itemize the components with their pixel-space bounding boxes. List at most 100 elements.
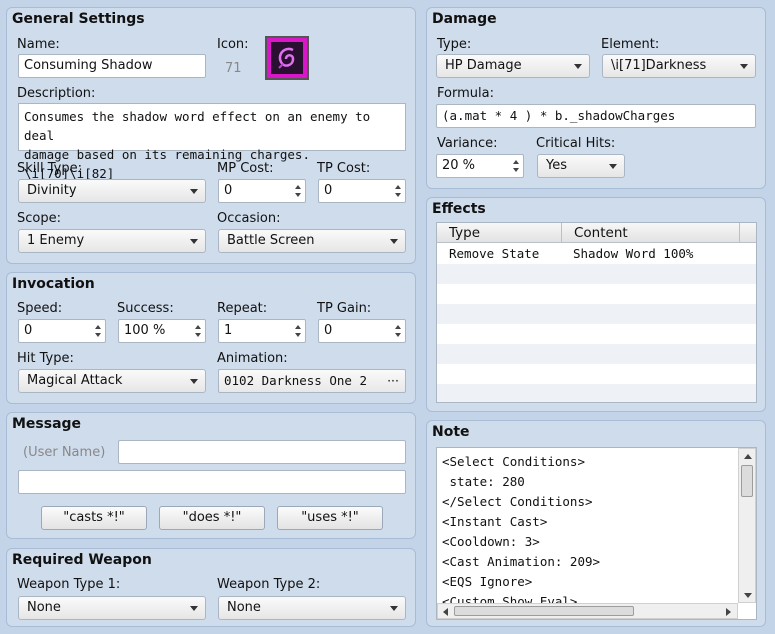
table-row[interactable] bbox=[437, 384, 756, 402]
column-header-type[interactable]: Type bbox=[437, 223, 562, 243]
tp-gain-value: 0 bbox=[324, 323, 333, 338]
user-name-label: (User Name) bbox=[23, 445, 106, 460]
damage-type-select[interactable]: HP Damage bbox=[436, 54, 590, 78]
table-row[interactable] bbox=[437, 344, 756, 364]
note-line: state: 280 bbox=[442, 474, 525, 489]
scroll-left-icon[interactable] bbox=[443, 608, 448, 616]
spin-up-icon[interactable] bbox=[395, 325, 401, 329]
spin-down-icon[interactable] bbox=[395, 193, 401, 197]
spin-up-icon[interactable] bbox=[513, 160, 519, 164]
spin-down-icon[interactable] bbox=[195, 333, 201, 337]
spin-up-icon[interactable] bbox=[295, 185, 301, 189]
animation-field[interactable]: 0102 Darkness One 2 ··· bbox=[218, 369, 406, 393]
weapon-type1-select[interactable]: None bbox=[18, 596, 206, 620]
hit-type-label: Hit Type: bbox=[17, 351, 74, 366]
damage-type-label: Type: bbox=[437, 37, 472, 52]
casts-template-button[interactable]: "casts *!" bbox=[41, 506, 147, 530]
description-textarea[interactable]: Consumes the shadow word effect on an en… bbox=[18, 103, 406, 181]
table-row[interactable] bbox=[437, 364, 756, 384]
tp-gain-stepper[interactable]: 0 bbox=[318, 319, 406, 343]
hit-type-select[interactable]: Magical Attack bbox=[18, 369, 206, 393]
success-label: Success: bbox=[117, 301, 174, 316]
element-select[interactable]: \i[71]Darkness bbox=[602, 54, 756, 78]
success-stepper[interactable]: 100 % bbox=[118, 319, 206, 343]
spin-down-icon[interactable] bbox=[95, 333, 101, 337]
scroll-up-icon[interactable] bbox=[744, 454, 752, 459]
effects-table[interactable]: Type Content Remove State Shadow Word 10… bbox=[436, 222, 757, 403]
column-header-content[interactable]: Content bbox=[562, 223, 740, 243]
spin-down-icon[interactable] bbox=[513, 168, 519, 172]
name-label: Name: bbox=[17, 37, 60, 52]
description-label: Description: bbox=[17, 86, 96, 101]
speed-label: Speed: bbox=[17, 301, 63, 316]
spin-down-icon[interactable] bbox=[295, 193, 301, 197]
effect-type-cell: Remove State bbox=[449, 246, 540, 261]
note-horizontal-scrollbar[interactable] bbox=[437, 603, 738, 619]
name-input[interactable]: Consuming Shadow bbox=[18, 54, 206, 78]
general-settings-panel: General Settings Name: Consuming Shadow … bbox=[6, 7, 416, 264]
note-panel: Note <Select Conditions> state: 280 </Se… bbox=[426, 420, 766, 627]
spin-up-icon[interactable] bbox=[95, 325, 101, 329]
note-title: Note bbox=[432, 424, 470, 440]
skill-type-select[interactable]: Divinity bbox=[18, 179, 206, 203]
message-line1-input[interactable] bbox=[118, 440, 406, 464]
message-title: Message bbox=[12, 416, 82, 432]
formula-input[interactable]: (a.mat * 4 ) * b._shadowCharges bbox=[436, 104, 756, 128]
note-line: <Cooldown: 3> bbox=[442, 534, 540, 549]
weapon-type2-select[interactable]: None bbox=[218, 596, 406, 620]
table-row[interactable] bbox=[437, 264, 756, 284]
uses-template-button[interactable]: "uses *!" bbox=[277, 506, 383, 530]
scope-select[interactable]: 1 Enemy bbox=[18, 229, 206, 253]
invocation-title: Invocation bbox=[12, 276, 95, 292]
table-row[interactable] bbox=[437, 324, 756, 344]
damage-type-value: HP Damage bbox=[445, 58, 522, 73]
scroll-down-icon[interactable] bbox=[744, 593, 752, 598]
tp-cost-stepper[interactable]: 0 bbox=[318, 179, 406, 203]
note-textarea[interactable]: <Select Conditions> state: 280 </Select … bbox=[436, 447, 757, 620]
skill-type-label: Skill Type: bbox=[17, 161, 82, 176]
mp-cost-value: 0 bbox=[224, 183, 233, 198]
spin-up-icon[interactable] bbox=[295, 325, 301, 329]
weapon-type1-value: None bbox=[27, 600, 61, 615]
spin-down-icon[interactable] bbox=[295, 333, 301, 337]
variance-stepper[interactable]: 20 % bbox=[436, 154, 524, 178]
note-horizontal-scroll-thumb[interactable] bbox=[454, 606, 634, 616]
speed-stepper[interactable]: 0 bbox=[18, 319, 106, 343]
speed-value: 0 bbox=[24, 323, 33, 338]
spin-down-icon[interactable] bbox=[395, 333, 401, 337]
skill-icon-picker[interactable] bbox=[265, 36, 309, 80]
invocation-panel: Invocation Speed: 0 Success: 100 % Repea… bbox=[6, 272, 416, 404]
damage-title: Damage bbox=[432, 11, 497, 27]
scroll-right-icon[interactable] bbox=[726, 608, 731, 616]
tp-cost-value: 0 bbox=[324, 183, 333, 198]
message-panel: Message (User Name) "casts *!" "does *!"… bbox=[6, 412, 416, 539]
occasion-label: Occasion: bbox=[217, 211, 281, 226]
does-template-button[interactable]: "does *!" bbox=[159, 506, 265, 530]
chevron-down-icon bbox=[190, 379, 198, 384]
element-value: \i[71]Darkness bbox=[611, 58, 707, 73]
element-label: Element: bbox=[601, 37, 660, 52]
mp-cost-stepper[interactable]: 0 bbox=[218, 179, 306, 203]
message-line2-input[interactable] bbox=[18, 470, 406, 494]
table-row[interactable] bbox=[437, 284, 756, 304]
effects-panel: Effects Type Content Remove State Shadow… bbox=[426, 197, 766, 412]
critical-hits-select[interactable]: Yes bbox=[537, 154, 625, 178]
table-row[interactable] bbox=[437, 304, 756, 324]
darkness-spiral-icon bbox=[271, 42, 303, 74]
note-vertical-scroll-thumb[interactable] bbox=[741, 465, 753, 497]
variance-label: Variance: bbox=[437, 136, 498, 151]
table-row[interactable]: Remove State Shadow Word 100% bbox=[437, 244, 756, 264]
note-vertical-scrollbar[interactable] bbox=[738, 448, 756, 603]
scope-label: Scope: bbox=[17, 211, 61, 226]
repeat-stepper[interactable]: 1 bbox=[218, 319, 306, 343]
note-line: <Cast Animation: 209> bbox=[442, 554, 601, 569]
effect-content-cell: Shadow Word 100% bbox=[573, 246, 694, 261]
note-line: <EQS Ignore> bbox=[442, 574, 533, 589]
spin-up-icon[interactable] bbox=[195, 325, 201, 329]
chevron-down-icon bbox=[574, 64, 582, 69]
occasion-select[interactable]: Battle Screen bbox=[218, 229, 406, 253]
chevron-down-icon bbox=[740, 64, 748, 69]
more-options-icon[interactable]: ··· bbox=[387, 373, 399, 388]
description-line: Consumes the shadow word effect on an en… bbox=[24, 109, 371, 143]
spin-up-icon[interactable] bbox=[395, 185, 401, 189]
